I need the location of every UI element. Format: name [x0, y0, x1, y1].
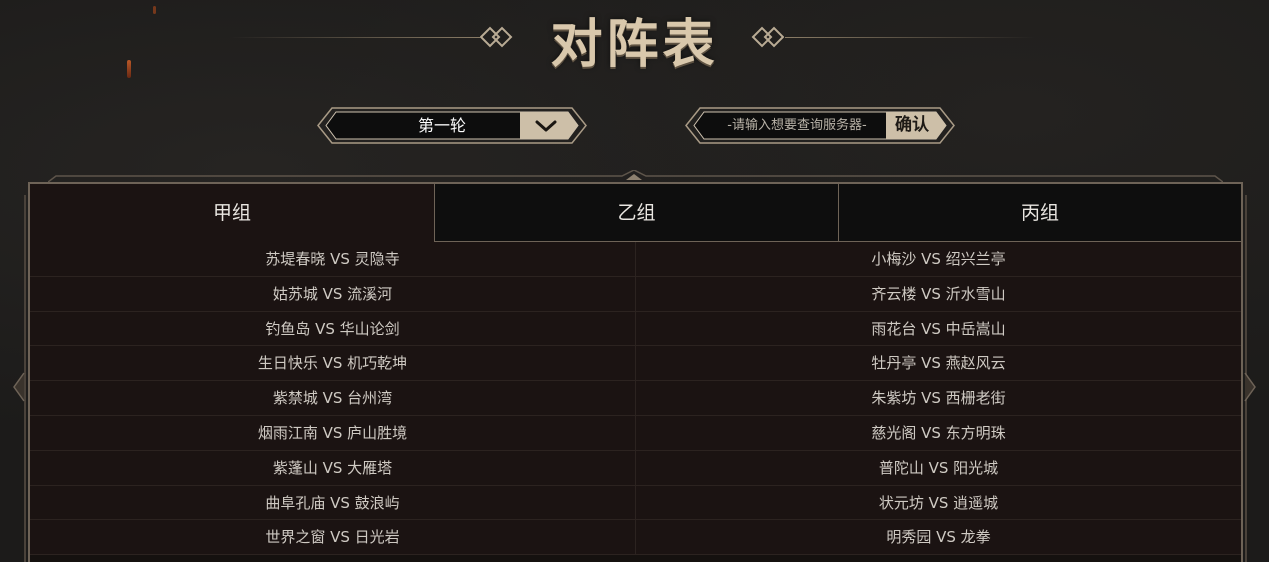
match-cell: 烟雨江南 VS 庐山胜境: [257, 423, 408, 442]
table-row: 苏堤春晓 VS 灵隐寺 小梅沙 VS 绍兴兰亭: [30, 242, 1241, 277]
table-row: 钓鱼岛 VS 华山论剑 雨花台 VS 中岳嵩山: [30, 311, 1241, 347]
double-diamond-icon: [751, 26, 784, 48]
match-cell: 世界之窗 VS 日光岩: [265, 528, 400, 547]
match-cell: 齐云楼 VS 沂水雪山: [635, 276, 1241, 311]
header: 对阵表: [0, 0, 1269, 80]
match-cell: 紫禁城 VS 台州湾: [272, 389, 393, 408]
match-cell: 曲阜孔庙 VS 鼓浪屿: [265, 493, 400, 512]
page-title: 对阵表: [550, 14, 719, 75]
match-cell: 钓鱼岛 VS 华山论剑: [265, 319, 400, 338]
match-cell: 姑苏城 VS 流溪河: [272, 284, 393, 303]
prev-arrow-icon[interactable]: [12, 372, 26, 402]
table-row: 世界之窗 VS 日光岩 明秀园 VS 龙拳: [30, 520, 1241, 556]
server-search-input[interactable]: [708, 110, 886, 141]
group-tabs: 甲组 乙组 丙组: [30, 184, 1241, 242]
tab-group-b[interactable]: 乙组: [434, 184, 838, 242]
table-row: 紫蓬山 VS 大雁塔 普陀山 VS 阳光城: [30, 450, 1241, 486]
bracket-panel: 甲组 乙组 丙组 苏堤春晓 VS 灵隐寺 小梅沙 VS 绍兴兰亭 姑苏城 VS …: [28, 182, 1243, 562]
title-divider-right: [785, 37, 1035, 38]
match-cell: 小梅沙 VS 绍兴兰亭: [635, 242, 1241, 276]
round-selected-value: 第一轮: [417, 116, 466, 135]
match-cell: 状元坊 VS 逍遥城: [635, 485, 1241, 520]
round-dropdown[interactable]: 第一轮: [316, 106, 588, 145]
match-cell: 普陀山 VS 阳光城: [635, 450, 1241, 485]
table-row: 烟雨江南 VS 庐山胜境 慈光阁 VS 东方明珠: [30, 415, 1241, 451]
match-cell: 慈光阁 VS 东方明珠: [635, 415, 1241, 450]
table-row: 生日快乐 VS 机巧乾坤 牡丹亭 VS 燕赵风云: [30, 346, 1241, 382]
match-cell: 牡丹亭 VS 燕赵风云: [635, 346, 1241, 381]
match-cell: 明秀园 VS 龙拳: [635, 520, 1241, 555]
table-row: 姑苏城 VS 流溪河 齐云楼 VS 沂水雪山: [30, 276, 1241, 312]
match-cell: 苏堤春晓 VS 灵隐寺: [265, 250, 400, 268]
table-row: 紫禁城 VS 台州湾 朱紫坊 VS 西栅老街: [30, 381, 1241, 416]
match-cell: 朱紫坊 VS 西栅老街: [635, 381, 1241, 415]
table-row: 曲阜孔庙 VS 鼓浪屿 状元坊 VS 逍遥城: [30, 485, 1241, 521]
match-cell: 雨花台 VS 中岳嵩山: [635, 311, 1241, 346]
match-list: 苏堤春晓 VS 灵隐寺 小梅沙 VS 绍兴兰亭 姑苏城 VS 流溪河 齐云楼 V…: [30, 242, 1241, 556]
match-cell: 生日快乐 VS 机巧乾坤: [257, 354, 408, 373]
tab-group-a[interactable]: 甲组: [30, 184, 434, 242]
dropdown-toggle-button[interactable]: [520, 109, 572, 142]
tab-group-c[interactable]: 丙组: [838, 184, 1241, 242]
server-search: 确认: [684, 106, 956, 145]
confirm-button[interactable]: 确认: [886, 109, 938, 142]
chevron-down-icon: [535, 120, 557, 131]
match-cell: 紫蓬山 VS 大雁塔: [272, 458, 393, 477]
next-arrow-icon[interactable]: [1243, 372, 1257, 402]
